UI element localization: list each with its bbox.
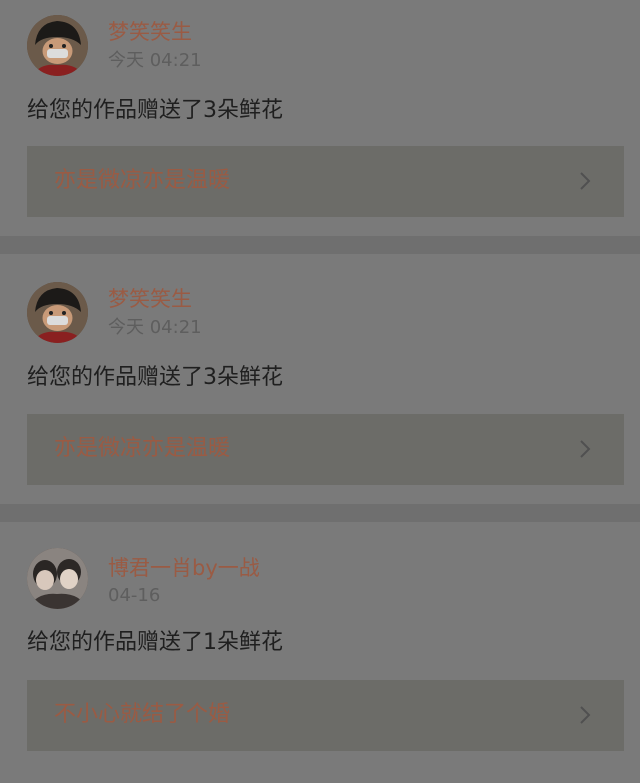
work-title: 亦是微凉亦是温暖: [54, 168, 231, 193]
notification-card: 梦笑笑生 今天 04:21 给您的作品赠送了3朵鲜花 亦是微凉亦是温暖: [0, 254, 640, 504]
username[interactable]: 博君一肖by一战: [108, 555, 260, 581]
timestamp: 今天 04:21: [108, 317, 202, 338]
notification-card: 梦笑笑生 今天 04:21 给您的作品赠送了3朵鲜花 亦是微凉亦是温暖: [0, 0, 640, 236]
chevron-right-icon: [580, 440, 591, 458]
notification-message: 给您的作品赠送了3朵鲜花: [27, 365, 283, 390]
notification-feed: 梦笑笑生 今天 04:21 给您的作品赠送了3朵鲜花 亦是微凉亦是温暖 梦笑笑生…: [0, 0, 640, 783]
work-link[interactable]: 不小心就结了个婚: [27, 680, 624, 751]
username[interactable]: 梦笑笑生: [108, 19, 192, 45]
work-title: 不小心就结了个婚: [54, 702, 231, 727]
username[interactable]: 梦笑笑生: [108, 286, 192, 312]
avatar[interactable]: [27, 15, 88, 76]
avatar[interactable]: [27, 282, 88, 343]
chevron-right-icon: [580, 172, 591, 190]
timestamp: 04-16: [108, 585, 161, 606]
avatar-image: [27, 282, 88, 343]
avatar[interactable]: [27, 548, 88, 609]
work-link[interactable]: 亦是微凉亦是温暖: [27, 414, 624, 485]
notification-card: 博君一肖by一战 04-16 给您的作品赠送了1朵鲜花 不小心就结了个婚: [0, 522, 640, 783]
timestamp: 今天 04:21: [108, 50, 202, 71]
notification-message: 给您的作品赠送了3朵鲜花: [27, 98, 283, 123]
work-title: 亦是微凉亦是温暖: [54, 436, 231, 461]
notification-message: 给您的作品赠送了1朵鲜花: [27, 630, 283, 655]
chevron-right-icon: [580, 706, 591, 724]
work-link[interactable]: 亦是微凉亦是温暖: [27, 146, 624, 217]
avatar-image: [27, 15, 88, 76]
avatar-image: [27, 548, 88, 609]
